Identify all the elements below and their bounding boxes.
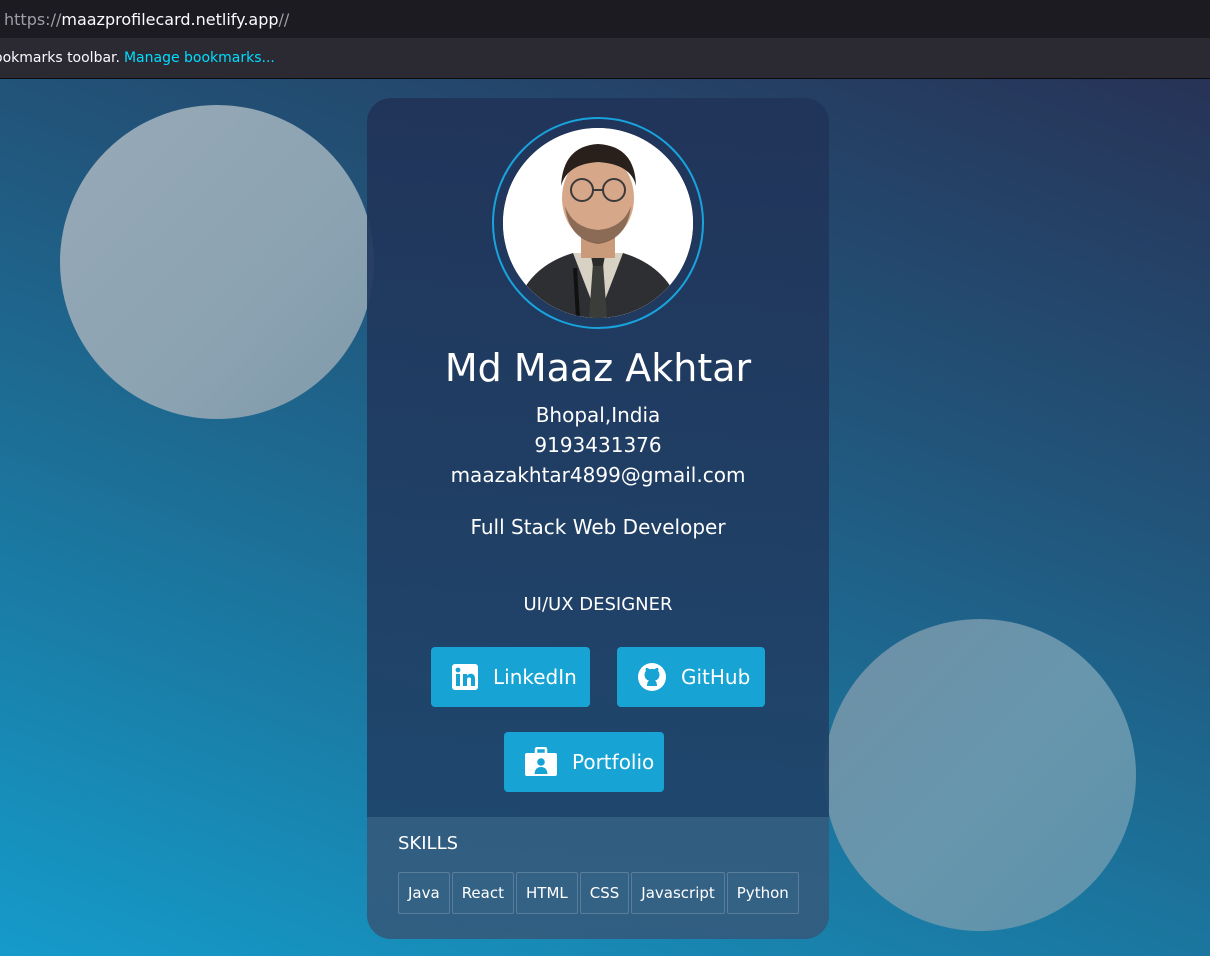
github-button[interactable]: GitHub — [617, 647, 765, 707]
profile-subrole: UI/UX DESIGNER — [523, 594, 673, 615]
profile-name: Md Maaz Akhtar — [444, 346, 752, 390]
skill-chip-java: Java — [398, 872, 450, 914]
decorative-circle-left — [60, 105, 374, 419]
skill-chip-javascript: Javascript — [631, 872, 725, 914]
profile-card: Md Maaz Akhtar Bhopal,India 9193431376 m… — [367, 98, 829, 939]
profile-location: Bhopal,India — [535, 403, 661, 427]
portfolio-label: Portfolio — [572, 750, 655, 774]
decorative-circle-right — [824, 619, 1136, 931]
url-rest: // — [278, 9, 290, 29]
page-viewport: Md Maaz Akhtar Bhopal,India 9193431376 m… — [0, 79, 1210, 956]
url-host: maazprofilecard.netlify.app — [61, 9, 279, 29]
address-bar[interactable]: https://maazprofilecard.netlify.app// — [0, 0, 1210, 38]
avatar — [503, 128, 693, 318]
profile-phone: 9193431376 — [534, 433, 662, 457]
profile-role: Full Stack Web Developer — [470, 515, 726, 539]
skills-section: SKILLS Java React HTML CSS Javascript Py… — [367, 817, 829, 939]
skill-chip-html: HTML — [516, 872, 578, 914]
portfolio-button[interactable]: Portfolio — [504, 732, 664, 792]
linkedin-label: LinkedIn — [493, 665, 577, 689]
briefcase-icon — [525, 747, 557, 776]
linkedin-button[interactable]: LinkedIn — [431, 647, 590, 707]
github-icon — [638, 663, 666, 691]
manage-bookmarks-link[interactable]: Manage bookmarks... — [124, 50, 275, 66]
avatar-portrait-image — [503, 128, 693, 318]
linkedin-icon — [452, 664, 478, 690]
skill-chip-css: CSS — [579, 872, 630, 914]
skills-heading: SKILLS — [398, 833, 459, 854]
skills-list: Java React HTML CSS Javascript Python — [398, 872, 799, 914]
skill-chip-react: React — [451, 872, 514, 914]
bookmarks-toolbar: ookmarks toolbar. Manage bookmarks... — [0, 38, 1210, 79]
github-label: GitHub — [681, 665, 751, 689]
profile-email: maazakhtar4899@gmail.com — [450, 463, 746, 487]
bookmarks-toolbar-text: ookmarks toolbar. — [0, 50, 120, 66]
skill-chip-python: Python — [726, 872, 799, 914]
url-scheme: https:// — [4, 9, 62, 29]
